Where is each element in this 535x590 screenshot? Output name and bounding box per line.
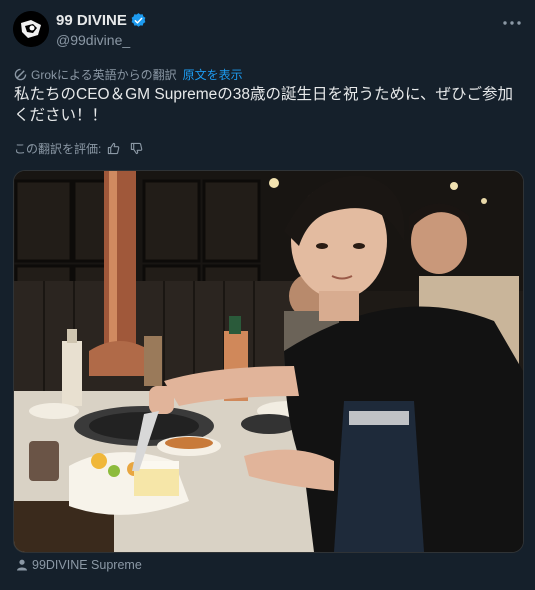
media-tag[interactable]: 99DIVINE Supreme — [16, 558, 142, 572]
verified-badge-icon — [130, 12, 147, 29]
translation-note: Grokによる英語からの翻訳 原文を表示 — [14, 66, 243, 83]
rate-translation: この翻訳を評価: — [14, 140, 143, 157]
grok-icon — [14, 68, 27, 81]
translation-source-text: Grokによる英語からの翻訳 — [31, 68, 177, 82]
tweet-photo[interactable] — [13, 170, 524, 553]
thumbs-down-icon[interactable] — [130, 142, 143, 155]
tweet-header: 99 DIVINE @99divine_ — [0, 0, 535, 60]
thumbs-up-icon[interactable] — [107, 142, 120, 155]
more-icon[interactable] — [501, 12, 523, 34]
show-original-link[interactable]: 原文を表示 — [183, 66, 243, 83]
media-tag-label: 99DIVINE Supreme — [32, 558, 142, 572]
rate-translation-label: この翻訳を評価: — [14, 142, 102, 156]
display-name[interactable]: 99 DIVINE — [56, 12, 127, 29]
person-icon — [16, 559, 28, 571]
name-row: 99 DIVINE — [56, 12, 147, 29]
handle[interactable]: @99divine_ — [56, 32, 130, 48]
tweet-text: 私たちのCEO＆GM Supremeの38歳の誕生日を祝うために、ぜひご参加くだ… — [14, 86, 514, 124]
avatar[interactable] — [13, 11, 49, 47]
